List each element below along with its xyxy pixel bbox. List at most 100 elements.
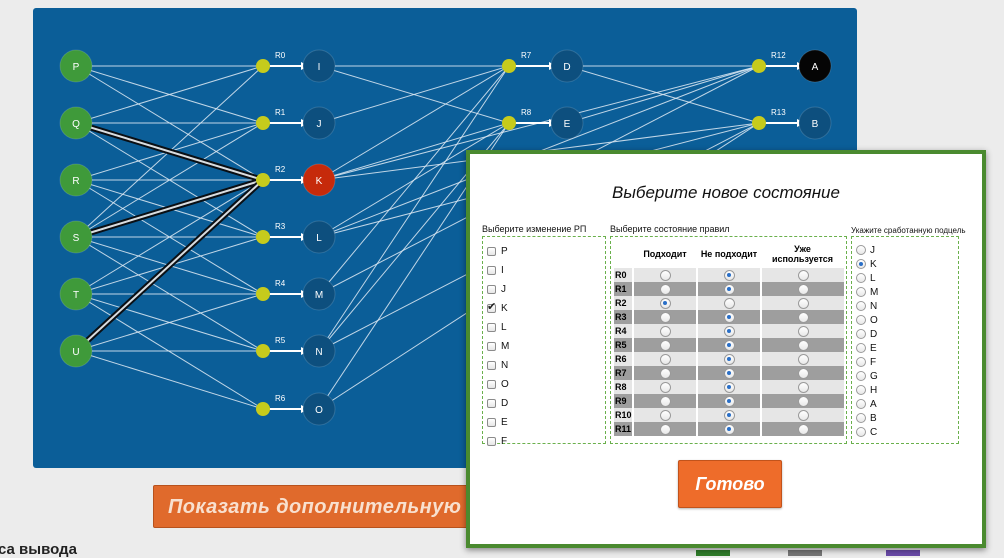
- rule-state-radio[interactable]: [659, 325, 671, 337]
- wm-checkbox-f[interactable]: F: [487, 432, 507, 450]
- rule-state-radio[interactable]: [797, 367, 809, 379]
- rule-state-radio[interactable]: [723, 381, 735, 393]
- rule-dot-r12[interactable]: R12: [752, 51, 786, 73]
- radio-control[interactable]: [856, 343, 866, 353]
- wm-checkbox-i[interactable]: I: [487, 261, 504, 279]
- rule-state-radio[interactable]: [723, 423, 735, 435]
- rule-state-radio[interactable]: [723, 409, 735, 421]
- rule-dot-r5[interactable]: R5: [256, 336, 286, 358]
- subgoal-radio-k[interactable]: K: [856, 257, 877, 271]
- rule-dot-r7[interactable]: R7: [502, 51, 532, 73]
- checkbox-control[interactable]: [487, 341, 496, 351]
- rule-state-radio[interactable]: [659, 423, 671, 435]
- checkbox-control[interactable]: [487, 417, 496, 427]
- rule-dot-r4[interactable]: R4: [256, 279, 286, 301]
- rule-state-radio[interactable]: [723, 311, 735, 323]
- radio-control[interactable]: [856, 245, 866, 255]
- checkbox-control[interactable]: [487, 322, 496, 332]
- subgoal-radio-c[interactable]: C: [856, 425, 877, 439]
- rule-state-radio[interactable]: [723, 297, 735, 309]
- radio-control[interactable]: [856, 315, 866, 325]
- rule-state-radio[interactable]: [659, 269, 671, 281]
- rule-state-radio[interactable]: [723, 325, 735, 337]
- radio-control[interactable]: [856, 287, 866, 297]
- subgoal-radio-h[interactable]: H: [856, 383, 877, 397]
- graph-node-l[interactable]: L: [302, 220, 336, 254]
- checkbox-control[interactable]: [487, 300, 496, 313]
- show-more-button[interactable]: Показать дополнительную: [153, 485, 483, 528]
- rule-state-radio[interactable]: [659, 367, 671, 379]
- rule-state-radio[interactable]: [659, 409, 671, 421]
- rule-state-radio[interactable]: [797, 325, 809, 337]
- checkbox-control[interactable]: [487, 360, 496, 370]
- checkbox-control[interactable]: [487, 398, 496, 408]
- rule-state-radio[interactable]: [723, 353, 735, 365]
- graph-node-d[interactable]: D: [550, 49, 584, 83]
- radio-control[interactable]: [856, 357, 866, 367]
- wm-checkbox-l[interactable]: L: [487, 318, 507, 336]
- subgoal-radio-o[interactable]: O: [856, 313, 878, 327]
- rule-dot-r13[interactable]: R13: [752, 108, 786, 130]
- graph-node-b[interactable]: B: [798, 106, 832, 140]
- rule-state-radio[interactable]: [659, 297, 671, 309]
- rule-state-radio[interactable]: [659, 353, 671, 365]
- wm-checkbox-e[interactable]: E: [487, 413, 508, 431]
- subgoal-radio-e[interactable]: E: [856, 341, 877, 355]
- rule-state-radio[interactable]: [723, 269, 735, 281]
- rule-state-radio[interactable]: [797, 353, 809, 365]
- graph-node-e[interactable]: E: [550, 106, 584, 140]
- checkbox-control[interactable]: [487, 436, 496, 446]
- subgoal-radio-d[interactable]: D: [856, 327, 877, 341]
- rule-state-radio[interactable]: [797, 283, 809, 295]
- rule-state-radio[interactable]: [797, 297, 809, 309]
- graph-node-m[interactable]: M: [302, 277, 336, 311]
- rule-state-radio[interactable]: [659, 311, 671, 323]
- checkbox-control[interactable]: [487, 246, 496, 256]
- subgoal-radio-j[interactable]: J: [856, 243, 875, 257]
- checkbox-control[interactable]: [487, 379, 496, 389]
- rule-state-radio[interactable]: [659, 395, 671, 407]
- subgoal-radio-f[interactable]: F: [856, 355, 876, 369]
- done-button[interactable]: Готово: [678, 460, 782, 508]
- rule-dot-r8[interactable]: R8: [502, 108, 532, 130]
- radio-control[interactable]: [856, 329, 866, 339]
- subgoal-radio-n[interactable]: N: [856, 299, 877, 313]
- radio-control[interactable]: [856, 371, 866, 381]
- rule-state-radio[interactable]: [797, 395, 809, 407]
- rule-state-radio[interactable]: [797, 423, 809, 435]
- wm-checkbox-p[interactable]: P: [487, 242, 508, 260]
- rule-state-radio[interactable]: [797, 409, 809, 421]
- graph-node-q[interactable]: Q: [59, 106, 93, 140]
- rule-state-radio[interactable]: [723, 339, 735, 351]
- rule-dot-r1[interactable]: R1: [256, 108, 286, 130]
- wm-checkbox-d[interactable]: D: [487, 394, 508, 412]
- radio-control[interactable]: [856, 259, 866, 269]
- graph-node-r[interactable]: R: [59, 163, 93, 197]
- subgoal-radio-l[interactable]: L: [856, 271, 876, 285]
- rule-state-radio[interactable]: [797, 311, 809, 323]
- subgoal-radio-a[interactable]: A: [856, 397, 877, 411]
- radio-control[interactable]: [856, 427, 866, 437]
- graph-node-j[interactable]: J: [302, 106, 336, 140]
- graph-node-n[interactable]: N: [302, 334, 336, 368]
- rule-state-radio[interactable]: [723, 395, 735, 407]
- rule-state-radio[interactable]: [797, 381, 809, 393]
- radio-control[interactable]: [856, 385, 866, 395]
- wm-checkbox-k[interactable]: K: [487, 299, 508, 317]
- wm-checkbox-o[interactable]: O: [487, 375, 509, 393]
- radio-control[interactable]: [856, 301, 866, 311]
- rule-state-radio[interactable]: [797, 339, 809, 351]
- graph-node-u[interactable]: U: [59, 334, 93, 368]
- subgoal-radio-g[interactable]: G: [856, 369, 878, 383]
- graph-node-p[interactable]: P: [59, 49, 93, 83]
- wm-checkbox-n[interactable]: N: [487, 356, 508, 374]
- radio-control[interactable]: [856, 399, 866, 409]
- rule-state-radio[interactable]: [723, 283, 735, 295]
- rule-dot-r6[interactable]: R6: [256, 394, 286, 416]
- rule-dot-r3[interactable]: R3: [256, 222, 286, 244]
- graph-node-t[interactable]: T: [59, 277, 93, 311]
- wm-checkbox-j[interactable]: J: [487, 280, 506, 298]
- graph-node-i[interactable]: I: [302, 49, 336, 83]
- rule-state-radio[interactable]: [723, 367, 735, 379]
- radio-control[interactable]: [856, 413, 866, 423]
